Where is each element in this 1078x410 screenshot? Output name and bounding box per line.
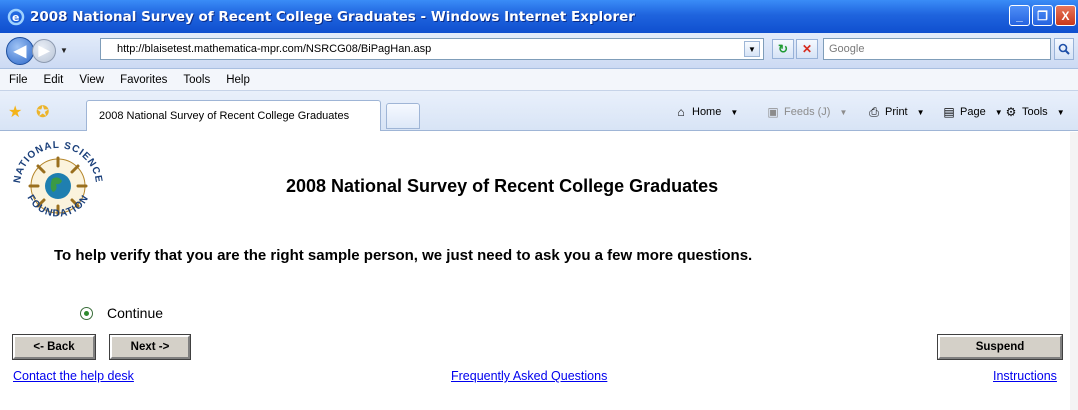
ie-logo-icon: e [6,7,26,27]
tools-button[interactable]: ⚙ Tools ▼ [1003,105,1065,119]
suspend-button[interactable]: Suspend [937,334,1063,360]
maximize-button[interactable]: ❐ [1032,5,1053,26]
address-url[interactable]: http://blaisetest.mathematica-mpr.com/NS… [117,43,431,55]
menu-file[interactable]: File [0,74,36,86]
next-button[interactable]: Next -> [109,334,191,360]
address-toolbar: ◀ ▶ ▼ http://blaisetest.mathematica-mpr.… [0,33,1078,69]
print-label: Print [885,106,908,118]
arrow-right-icon: ▶ [38,42,50,58]
continue-option[interactable]: Continue [80,305,163,321]
tab-command-bar: ★ ✪ 2008 National Survey of Recent Colle… [0,91,1078,131]
print-button[interactable]: ⎙ Print ▼ [866,105,925,119]
close-button[interactable]: X [1055,5,1076,26]
home-dropdown-icon[interactable]: ▼ [730,108,738,117]
help-desk-link[interactable]: Contact the help desk [13,369,134,383]
nsf-logo: NATIONAL SCIENCE FOUNDATION [12,140,103,220]
forward-nav-button[interactable]: ▶ [32,38,56,63]
home-label: Home [692,106,722,118]
search-button[interactable] [1054,38,1074,60]
stop-icon: ✕ [801,42,813,56]
page-title: 2008 National Survey of Recent College G… [286,176,719,196]
window-titlebar[interactable]: e 2008 National Survey of Recent College… [0,0,1078,33]
continue-radio[interactable] [80,306,93,320]
search-input[interactable]: Google [823,38,1051,60]
menu-view[interactable]: View [71,74,112,86]
instructions-link[interactable]: Instructions [993,369,1057,383]
menu-favorites[interactable]: Favorites [112,74,175,86]
window-title: 2008 National Survey of Recent College G… [30,8,635,25]
feeds-label: Feeds (J) [784,106,831,118]
page-icon: ▤ [943,105,955,119]
search-placeholder: Google [829,43,865,55]
faq-link[interactable]: Frequently Asked Questions [451,369,607,383]
address-dropdown-icon[interactable]: ▼ [744,41,760,57]
refresh-icon: ↻ [777,42,789,56]
back-button[interactable]: <- Back [12,334,96,360]
menu-edit[interactable]: Edit [36,74,72,86]
history-dropdown-icon[interactable]: ▼ [60,46,72,55]
home-icon: ⌂ [677,105,685,119]
svg-text:e: e [12,11,19,24]
arrow-left-icon: ◀ [13,42,27,60]
print-dropdown-icon[interactable]: ▼ [917,108,925,117]
favorites-star-icon[interactable]: ★ [8,102,22,122]
tab-label: 2008 National Survey of Recent College G… [99,110,350,122]
page-button[interactable]: ▤ Page ▼ [941,105,1003,119]
continue-label[interactable]: Continue [107,305,163,321]
feeds-dropdown-icon[interactable]: ▼ [839,108,847,117]
minimize-button[interactable]: _ [1009,5,1030,26]
stop-button[interactable]: ✕ [796,39,818,59]
gear-icon: ⚙ [1005,105,1017,119]
search-icon [1058,43,1070,55]
printer-icon: ⎙ [869,105,879,119]
rss-feed-icon: ▣ [767,105,779,119]
tools-dropdown-icon[interactable]: ▼ [1057,108,1065,117]
menu-tools[interactable]: Tools [175,74,218,86]
page-dropdown-icon[interactable]: ▼ [995,108,1003,117]
menu-bar: File Edit View Favorites Tools Help [0,69,1078,91]
address-bar[interactable]: http://blaisetest.mathematica-mpr.com/NS… [100,38,764,60]
page-content: NATIONAL SCIENCE FOUNDATION 2008 Nationa… [0,132,1078,410]
feeds-button[interactable]: ▣ Feeds (J) ▼ [765,105,847,119]
tab-active[interactable]: 2008 National Survey of Recent College G… [86,100,381,131]
add-favorite-icon[interactable]: ✪ [36,102,49,122]
question-text: To help verify that you are the right sa… [54,247,753,264]
menu-help[interactable]: Help [218,74,258,86]
home-button[interactable]: ⌂ Home ▼ [673,105,738,119]
refresh-button[interactable]: ↻ [772,39,794,59]
new-tab-button[interactable] [386,103,420,129]
page-label: Page [960,106,986,118]
vertical-scrollbar[interactable] [1070,132,1078,410]
tools-label: Tools [1022,106,1048,118]
back-nav-button[interactable]: ◀ [6,36,34,65]
window-controls: _ ❐ X [1009,5,1076,26]
